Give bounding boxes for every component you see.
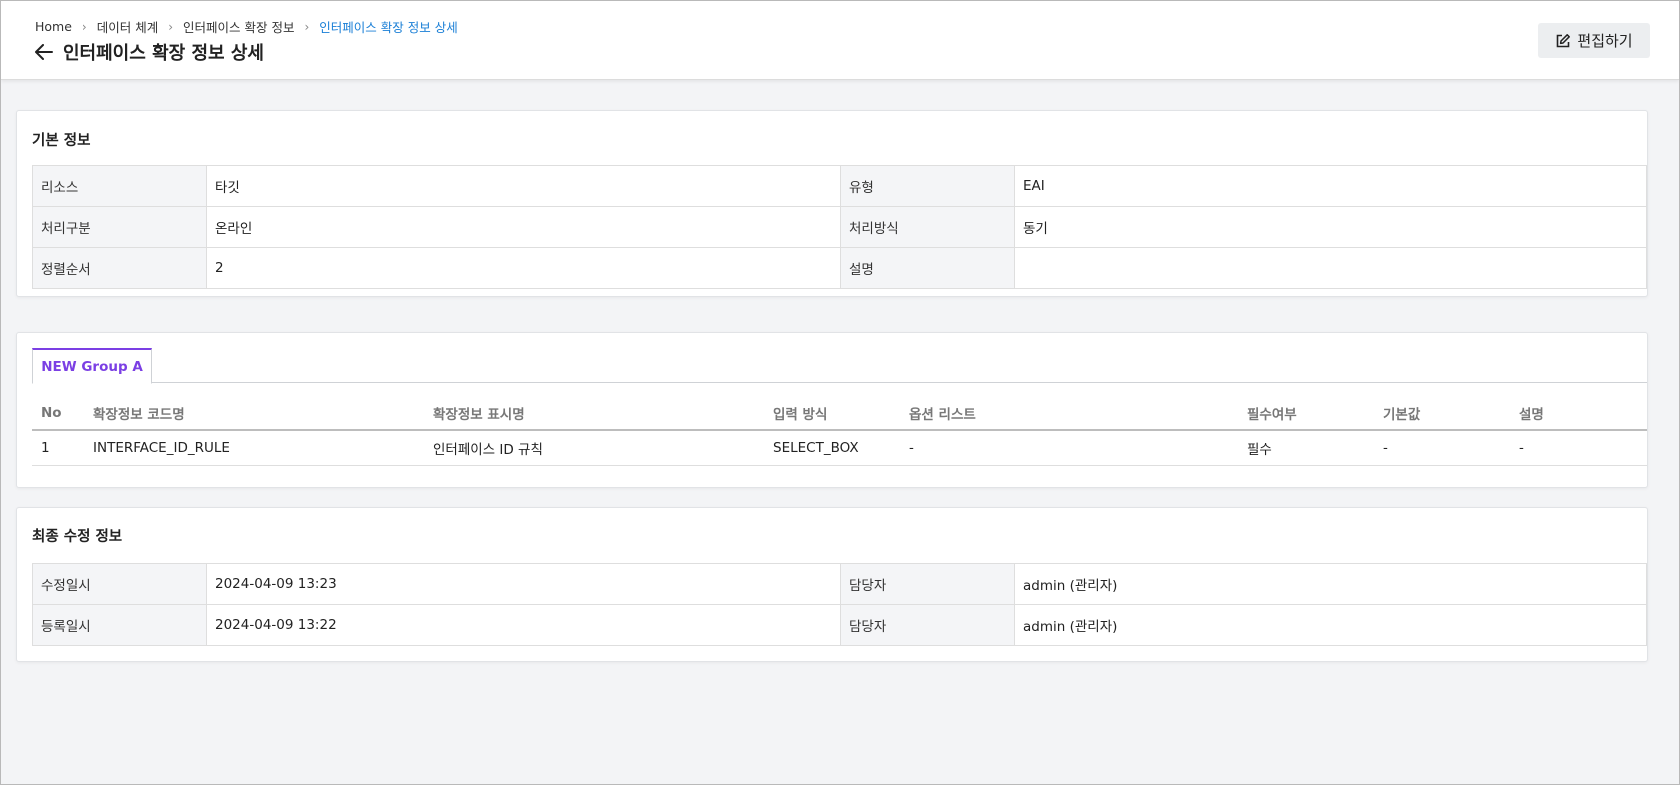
modify-info-table: 수정일시 2024-04-09 13:23 담당자 admin (관리자) 등록… [32, 563, 1647, 646]
table-cell: 필수 [1238, 430, 1374, 466]
field-label: 유형 [840, 165, 1015, 207]
field-value: 2 [206, 247, 841, 289]
table-row: 수정일시 2024-04-09 13:23 담당자 admin (관리자) [32, 563, 1647, 605]
tab-bar: NEW Group A [32, 348, 1647, 384]
field-value: 동기 [1014, 206, 1647, 248]
field-value: 2024-04-09 13:23 [206, 563, 841, 605]
modify-info-title: 최종 수정 정보 [32, 529, 123, 545]
tab-new-group-a[interactable]: NEW Group A [32, 348, 152, 384]
basic-info-card: 기본 정보 리소스 타깃 유형 EAI 처리구분 온라인 처리방식 동기 정렬순… [16, 110, 1648, 297]
field-label: 처리방식 [840, 206, 1015, 248]
page-title: 인터페이스 확장 정보 상세 [63, 43, 264, 64]
field-value: 온라인 [206, 206, 841, 248]
modify-info-card: 최종 수정 정보 수정일시 2024-04-09 13:23 담당자 admin… [16, 507, 1648, 662]
arrow-left-icon[interactable] [33, 41, 55, 63]
table-row: 처리구분 온라인 처리방식 동기 [32, 206, 1647, 248]
table-cell: SELECT_BOX [764, 430, 900, 466]
field-value: 2024-04-09 13:22 [206, 604, 841, 646]
chevron-right-icon: › [81, 19, 87, 34]
column-header: 필수여부 [1238, 397, 1374, 431]
table-cell: 1 [32, 430, 84, 466]
table-cell: - [900, 430, 1238, 466]
field-label: 리소스 [32, 165, 207, 207]
field-label: 처리구분 [32, 206, 207, 248]
field-label: 설명 [840, 247, 1015, 289]
column-header: 입력 방식 [764, 397, 900, 431]
breadcrumb-interface-ext[interactable]: 인터페이스 확장 정보 [183, 17, 294, 36]
basic-info-title: 기본 정보 [32, 133, 91, 149]
field-value: EAI [1014, 165, 1647, 207]
basic-info-table: 리소스 타깃 유형 EAI 처리구분 온라인 처리방식 동기 정렬순서 2 설명 [32, 165, 1647, 289]
edit-button[interactable]: 편집하기 [1538, 23, 1650, 58]
field-label: 담당자 [840, 604, 1015, 646]
table-row: 등록일시 2024-04-09 13:22 담당자 admin (관리자) [32, 604, 1647, 646]
table-cell: - [1374, 430, 1510, 466]
field-value: 타깃 [206, 165, 841, 207]
breadcrumb-data-system[interactable]: 데이터 체계 [97, 17, 158, 36]
edit-icon [1557, 33, 1571, 47]
extension-group-card: NEW Group A No 확장정보 코드명 확장정보 표시명 입력 방식 옵… [16, 332, 1648, 488]
chevron-right-icon: › [168, 19, 174, 34]
field-label: 담당자 [840, 563, 1015, 605]
extension-table: No 확장정보 코드명 확장정보 표시명 입력 방식 옵션 리스트 필수여부 기… [32, 397, 1647, 466]
breadcrumb-current: 인터페이스 확장 정보 상세 [319, 20, 458, 35]
table-header-row: No 확장정보 코드명 확장정보 표시명 입력 방식 옵션 리스트 필수여부 기… [32, 397, 1647, 431]
field-label: 수정일시 [32, 563, 207, 605]
column-header: 옵션 리스트 [900, 397, 1238, 431]
column-header: 기본값 [1374, 397, 1510, 431]
table-row: 리소스 타깃 유형 EAI [32, 165, 1647, 207]
column-header: 확장정보 표시명 [424, 397, 764, 431]
title-row: 인터페이스 확장 정보 상세 [33, 39, 264, 65]
column-header: 확장정보 코드명 [84, 397, 424, 431]
breadcrumb: Home › 데이터 체계 › 인터페이스 확장 정보 › 인터페이스 확장 정… [35, 17, 458, 36]
field-value [1014, 247, 1647, 289]
table-cell: - [1510, 430, 1647, 466]
table-row: 정렬순서 2 설명 [32, 247, 1647, 289]
column-header: No [32, 397, 84, 431]
field-label: 정렬순서 [32, 247, 207, 289]
chevron-right-icon: › [304, 19, 310, 34]
column-header: 설명 [1510, 397, 1647, 431]
edit-button-label: 편집하기 [1577, 32, 1633, 50]
breadcrumb-home[interactable]: Home [35, 19, 72, 34]
page-header: Home › 데이터 체계 › 인터페이스 확장 정보 › 인터페이스 확장 정… [1, 1, 1679, 80]
field-value: admin (관리자) [1014, 563, 1647, 605]
table-cell: 인터페이스 ID 규칙 [424, 430, 764, 466]
table-cell: INTERFACE_ID_RULE [84, 430, 424, 466]
table-row[interactable]: 1 INTERFACE_ID_RULE 인터페이스 ID 규칙 SELECT_B… [32, 430, 1647, 466]
field-value: admin (관리자) [1014, 604, 1647, 646]
field-label: 등록일시 [32, 604, 207, 646]
